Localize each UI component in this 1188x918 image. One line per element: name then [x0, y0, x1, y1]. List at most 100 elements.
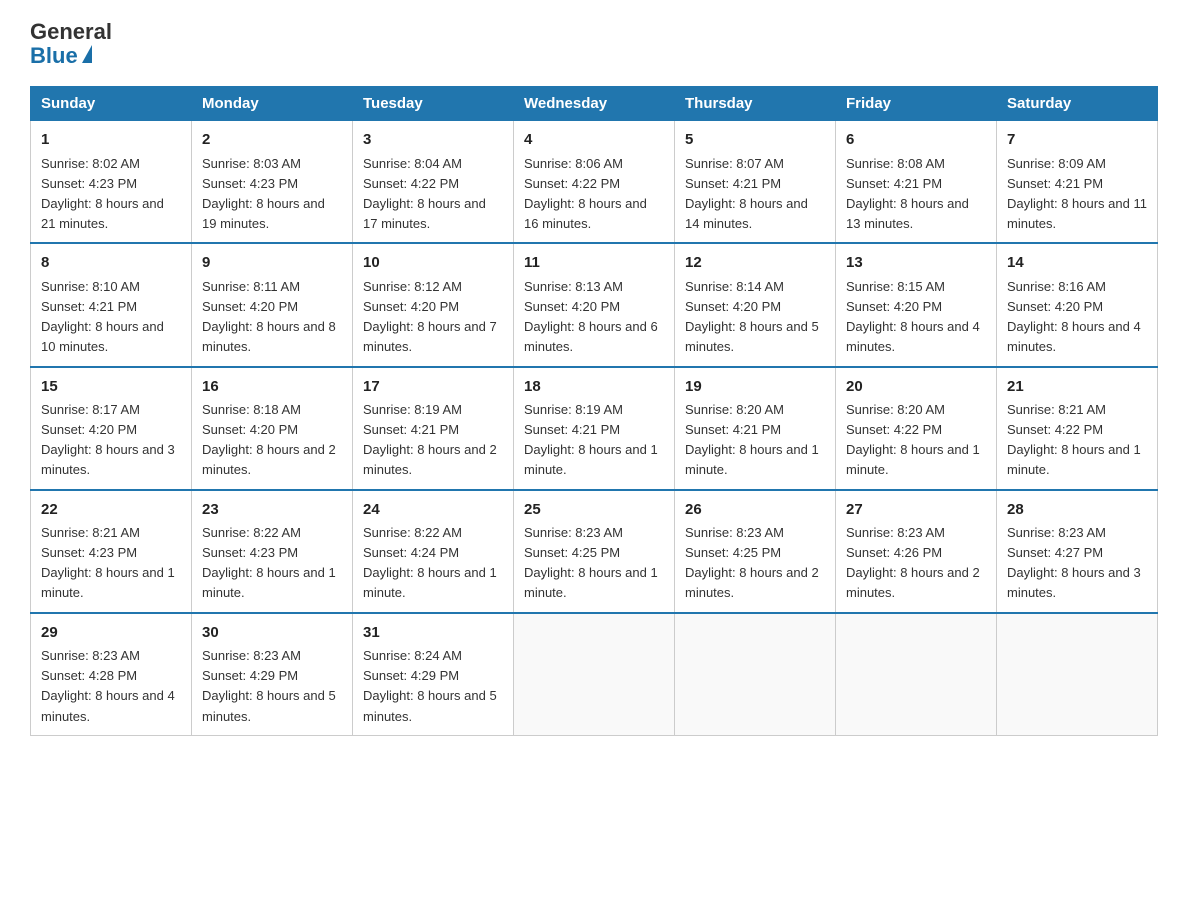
day-number: 30	[202, 622, 342, 645]
day-number: 27	[846, 499, 986, 522]
day-number: 28	[1007, 499, 1147, 522]
day-number: 5	[685, 129, 825, 152]
day-number: 16	[202, 376, 342, 399]
day-number: 15	[41, 376, 181, 399]
page-header: General Blue	[30, 20, 1158, 68]
col-header-tuesday: Tuesday	[353, 87, 514, 121]
calendar-cell	[997, 613, 1158, 736]
day-info: Sunrise: 8:09 AMSunset: 4:21 PMDaylight:…	[1007, 156, 1147, 231]
calendar-week-row: 1 Sunrise: 8:02 AMSunset: 4:23 PMDayligh…	[31, 121, 1158, 244]
calendar-cell: 10 Sunrise: 8:12 AMSunset: 4:20 PMDaylig…	[353, 243, 514, 366]
day-info: Sunrise: 8:23 AMSunset: 4:25 PMDaylight:…	[685, 525, 819, 600]
calendar-week-row: 8 Sunrise: 8:10 AMSunset: 4:21 PMDayligh…	[31, 243, 1158, 366]
day-info: Sunrise: 8:23 AMSunset: 4:25 PMDaylight:…	[524, 525, 658, 600]
day-number: 14	[1007, 252, 1147, 275]
day-number: 23	[202, 499, 342, 522]
calendar-cell: 8 Sunrise: 8:10 AMSunset: 4:21 PMDayligh…	[31, 243, 192, 366]
col-header-saturday: Saturday	[997, 87, 1158, 121]
calendar-header-row: SundayMondayTuesdayWednesdayThursdayFrid…	[31, 87, 1158, 121]
day-info: Sunrise: 8:21 AMSunset: 4:23 PMDaylight:…	[41, 525, 175, 600]
day-info: Sunrise: 8:04 AMSunset: 4:22 PMDaylight:…	[363, 156, 486, 231]
day-number: 13	[846, 252, 986, 275]
calendar-table: SundayMondayTuesdayWednesdayThursdayFrid…	[30, 86, 1158, 735]
day-number: 8	[41, 252, 181, 275]
calendar-cell: 30 Sunrise: 8:23 AMSunset: 4:29 PMDaylig…	[192, 613, 353, 736]
col-header-monday: Monday	[192, 87, 353, 121]
calendar-cell: 13 Sunrise: 8:15 AMSunset: 4:20 PMDaylig…	[836, 243, 997, 366]
day-info: Sunrise: 8:16 AMSunset: 4:20 PMDaylight:…	[1007, 279, 1141, 354]
calendar-cell: 23 Sunrise: 8:22 AMSunset: 4:23 PMDaylig…	[192, 490, 353, 613]
day-number: 24	[363, 499, 503, 522]
calendar-cell: 5 Sunrise: 8:07 AMSunset: 4:21 PMDayligh…	[675, 121, 836, 244]
day-info: Sunrise: 8:07 AMSunset: 4:21 PMDaylight:…	[685, 156, 808, 231]
day-number: 3	[363, 129, 503, 152]
day-info: Sunrise: 8:02 AMSunset: 4:23 PMDaylight:…	[41, 156, 164, 231]
calendar-cell	[514, 613, 675, 736]
day-info: Sunrise: 8:06 AMSunset: 4:22 PMDaylight:…	[524, 156, 647, 231]
day-number: 11	[524, 252, 664, 275]
calendar-cell: 21 Sunrise: 8:21 AMSunset: 4:22 PMDaylig…	[997, 367, 1158, 490]
day-number: 1	[41, 129, 181, 152]
calendar-week-row: 29 Sunrise: 8:23 AMSunset: 4:28 PMDaylig…	[31, 613, 1158, 736]
day-number: 10	[363, 252, 503, 275]
day-number: 26	[685, 499, 825, 522]
day-number: 22	[41, 499, 181, 522]
day-info: Sunrise: 8:03 AMSunset: 4:23 PMDaylight:…	[202, 156, 325, 231]
calendar-cell: 17 Sunrise: 8:19 AMSunset: 4:21 PMDaylig…	[353, 367, 514, 490]
calendar-cell: 19 Sunrise: 8:20 AMSunset: 4:21 PMDaylig…	[675, 367, 836, 490]
calendar-cell: 22 Sunrise: 8:21 AMSunset: 4:23 PMDaylig…	[31, 490, 192, 613]
calendar-cell: 9 Sunrise: 8:11 AMSunset: 4:20 PMDayligh…	[192, 243, 353, 366]
calendar-cell: 27 Sunrise: 8:23 AMSunset: 4:26 PMDaylig…	[836, 490, 997, 613]
logo: General Blue	[30, 20, 112, 68]
day-info: Sunrise: 8:23 AMSunset: 4:26 PMDaylight:…	[846, 525, 980, 600]
calendar-cell: 20 Sunrise: 8:20 AMSunset: 4:22 PMDaylig…	[836, 367, 997, 490]
day-info: Sunrise: 8:14 AMSunset: 4:20 PMDaylight:…	[685, 279, 819, 354]
calendar-cell: 24 Sunrise: 8:22 AMSunset: 4:24 PMDaylig…	[353, 490, 514, 613]
calendar-cell: 3 Sunrise: 8:04 AMSunset: 4:22 PMDayligh…	[353, 121, 514, 244]
calendar-cell: 28 Sunrise: 8:23 AMSunset: 4:27 PMDaylig…	[997, 490, 1158, 613]
calendar-cell: 25 Sunrise: 8:23 AMSunset: 4:25 PMDaylig…	[514, 490, 675, 613]
calendar-cell: 6 Sunrise: 8:08 AMSunset: 4:21 PMDayligh…	[836, 121, 997, 244]
day-number: 6	[846, 129, 986, 152]
col-header-wednesday: Wednesday	[514, 87, 675, 121]
day-number: 9	[202, 252, 342, 275]
day-number: 29	[41, 622, 181, 645]
day-number: 19	[685, 376, 825, 399]
calendar-cell: 29 Sunrise: 8:23 AMSunset: 4:28 PMDaylig…	[31, 613, 192, 736]
day-info: Sunrise: 8:12 AMSunset: 4:20 PMDaylight:…	[363, 279, 497, 354]
day-info: Sunrise: 8:23 AMSunset: 4:28 PMDaylight:…	[41, 648, 175, 723]
day-number: 17	[363, 376, 503, 399]
day-info: Sunrise: 8:08 AMSunset: 4:21 PMDaylight:…	[846, 156, 969, 231]
day-info: Sunrise: 8:23 AMSunset: 4:27 PMDaylight:…	[1007, 525, 1141, 600]
day-info: Sunrise: 8:17 AMSunset: 4:20 PMDaylight:…	[41, 402, 175, 477]
day-number: 31	[363, 622, 503, 645]
day-info: Sunrise: 8:10 AMSunset: 4:21 PMDaylight:…	[41, 279, 164, 354]
calendar-cell: 11 Sunrise: 8:13 AMSunset: 4:20 PMDaylig…	[514, 243, 675, 366]
calendar-week-row: 15 Sunrise: 8:17 AMSunset: 4:20 PMDaylig…	[31, 367, 1158, 490]
day-number: 2	[202, 129, 342, 152]
day-info: Sunrise: 8:11 AMSunset: 4:20 PMDaylight:…	[202, 279, 336, 354]
day-info: Sunrise: 8:20 AMSunset: 4:22 PMDaylight:…	[846, 402, 980, 477]
calendar-cell: 12 Sunrise: 8:14 AMSunset: 4:20 PMDaylig…	[675, 243, 836, 366]
day-number: 25	[524, 499, 664, 522]
day-info: Sunrise: 8:13 AMSunset: 4:20 PMDaylight:…	[524, 279, 658, 354]
col-header-friday: Friday	[836, 87, 997, 121]
calendar-cell: 18 Sunrise: 8:19 AMSunset: 4:21 PMDaylig…	[514, 367, 675, 490]
calendar-cell	[836, 613, 997, 736]
calendar-cell: 26 Sunrise: 8:23 AMSunset: 4:25 PMDaylig…	[675, 490, 836, 613]
calendar-cell: 14 Sunrise: 8:16 AMSunset: 4:20 PMDaylig…	[997, 243, 1158, 366]
calendar-cell: 7 Sunrise: 8:09 AMSunset: 4:21 PMDayligh…	[997, 121, 1158, 244]
day-number: 4	[524, 129, 664, 152]
day-info: Sunrise: 8:18 AMSunset: 4:20 PMDaylight:…	[202, 402, 336, 477]
day-info: Sunrise: 8:22 AMSunset: 4:23 PMDaylight:…	[202, 525, 336, 600]
day-info: Sunrise: 8:21 AMSunset: 4:22 PMDaylight:…	[1007, 402, 1141, 477]
calendar-cell: 16 Sunrise: 8:18 AMSunset: 4:20 PMDaylig…	[192, 367, 353, 490]
day-info: Sunrise: 8:19 AMSunset: 4:21 PMDaylight:…	[524, 402, 658, 477]
col-header-thursday: Thursday	[675, 87, 836, 121]
day-info: Sunrise: 8:20 AMSunset: 4:21 PMDaylight:…	[685, 402, 819, 477]
day-info: Sunrise: 8:19 AMSunset: 4:21 PMDaylight:…	[363, 402, 497, 477]
day-info: Sunrise: 8:15 AMSunset: 4:20 PMDaylight:…	[846, 279, 980, 354]
day-number: 18	[524, 376, 664, 399]
calendar-cell: 4 Sunrise: 8:06 AMSunset: 4:22 PMDayligh…	[514, 121, 675, 244]
day-info: Sunrise: 8:22 AMSunset: 4:24 PMDaylight:…	[363, 525, 497, 600]
